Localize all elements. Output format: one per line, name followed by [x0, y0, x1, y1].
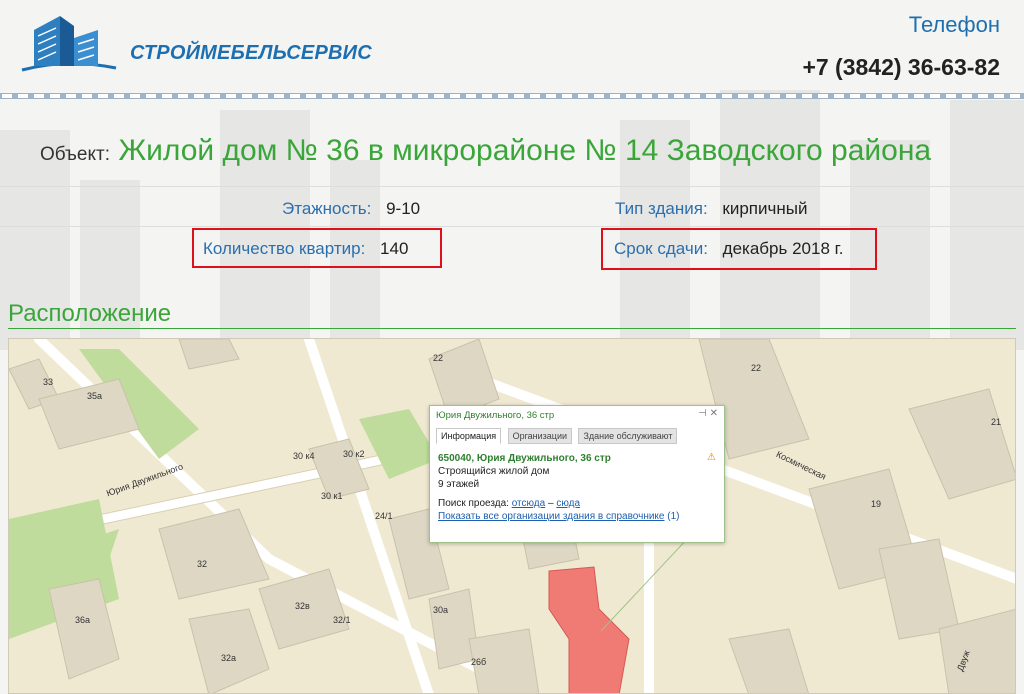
- map-label: 22: [433, 353, 444, 363]
- apartments-value: 140: [380, 239, 409, 258]
- site-header: СТРОЙМЕБЕЛЬСЕРВИС Телефон +7 (3842) 36-6…: [0, 0, 1024, 88]
- object-label: Объект:: [40, 144, 110, 165]
- location-map[interactable]: 33 35а 22 30 к4 30 к2 30 к1 24/1 32 32в …: [8, 338, 1016, 694]
- map-label: 30 к1: [321, 491, 343, 501]
- map-label: 19: [871, 499, 882, 509]
- phone-number[interactable]: +7 (3842) 36-63-82: [802, 54, 1000, 81]
- floors-value: 9-10: [386, 199, 421, 218]
- popup-tabs: Информация Организации Здание обслуживаю…: [436, 426, 679, 444]
- object-name: Жилой дом № 36 в микрорайоне № 14 Заводс…: [118, 134, 932, 167]
- map-label: 26б: [471, 657, 487, 667]
- company-logo[interactable]: СТРОЙМЕБЕЛЬСЕРВИС: [12, 8, 372, 82]
- map-label: 32в: [295, 601, 310, 611]
- deadline-row: Срок сдачи: декабрь 2018 г.: [614, 239, 843, 259]
- route-from-link[interactable]: отсюда: [512, 498, 546, 509]
- deadline-value: декабрь 2018 г.: [722, 239, 844, 258]
- map-label: 32а: [221, 653, 237, 663]
- popup-close-icon[interactable]: ⊣ ✕: [698, 408, 718, 419]
- divider: [0, 186, 1024, 187]
- header-divider: [0, 88, 1024, 99]
- map-label: 32/1: [333, 615, 351, 625]
- object-title: Объект: Жилой дом № 36 в микрорайоне № 1…: [40, 134, 931, 168]
- building-type-value: кирпичный: [722, 199, 808, 218]
- tab-info[interactable]: Информация: [436, 428, 502, 444]
- show-all-orgs-link[interactable]: Показать все организации здания в справо…: [438, 511, 664, 522]
- warning-icon: ⚠: [707, 452, 716, 463]
- map-label: 35а: [87, 391, 103, 401]
- map-label: 33: [43, 377, 54, 387]
- popup-description: Строящийся жилой дом: [438, 466, 550, 477]
- route-to-link[interactable]: сюда: [556, 498, 580, 509]
- map-label: 22: [751, 363, 762, 373]
- popup-floors: 9 этажей: [438, 479, 480, 490]
- route-row: Поиск проезда: отсюда – сюда: [438, 497, 680, 510]
- map-info-popup: Юрия Двужильного, 36 стр ⊣ ✕ Информация …: [429, 405, 725, 543]
- route-label: Поиск проезда:: [438, 498, 509, 509]
- map-label: 36а: [75, 615, 91, 625]
- tab-building-services[interactable]: Здание обслуживают: [578, 428, 678, 444]
- building-type-row: Тип здания: кирпичный: [615, 199, 807, 219]
- deadline-label: Срок сдачи:: [614, 239, 708, 258]
- map-label: 30 к4: [293, 451, 315, 461]
- map-label: 32: [197, 559, 208, 569]
- floors-label: Этажность:: [282, 199, 372, 218]
- show-all-row: Показать все организации здания в справо…: [438, 510, 680, 523]
- apartments-row: Количество квартир: 140: [203, 239, 408, 259]
- building-type-label: Тип здания:: [615, 199, 708, 218]
- popup-title: Юрия Двужильного, 36 стр: [436, 410, 555, 421]
- map-label: 30а: [433, 605, 449, 615]
- divider: [0, 226, 1024, 227]
- building-logo-icon: [21, 16, 117, 72]
- route-separator: –: [547, 498, 554, 509]
- map-label: 30 к2: [343, 449, 365, 459]
- map-label: 24/1: [375, 511, 393, 521]
- show-all-count: (1): [667, 511, 680, 522]
- phone-label: Телефон: [908, 12, 1000, 37]
- location-heading: Расположение: [8, 300, 172, 327]
- floors-row: Этажность: 9-10: [282, 199, 420, 219]
- map-label: 21: [991, 417, 1002, 427]
- popup-address: 650040, Юрия Двужильного, 36 стр: [438, 453, 611, 464]
- logo-text: СТРОЙМЕБЕЛЬСЕРВИС: [130, 42, 372, 64]
- location-underline: [8, 328, 1016, 329]
- apartments-label: Количество квартир:: [203, 239, 366, 258]
- popup-body: 650040, Юрия Двужильного, 36 стр Строящи…: [438, 452, 680, 523]
- tab-organizations[interactable]: Организации: [507, 428, 572, 444]
